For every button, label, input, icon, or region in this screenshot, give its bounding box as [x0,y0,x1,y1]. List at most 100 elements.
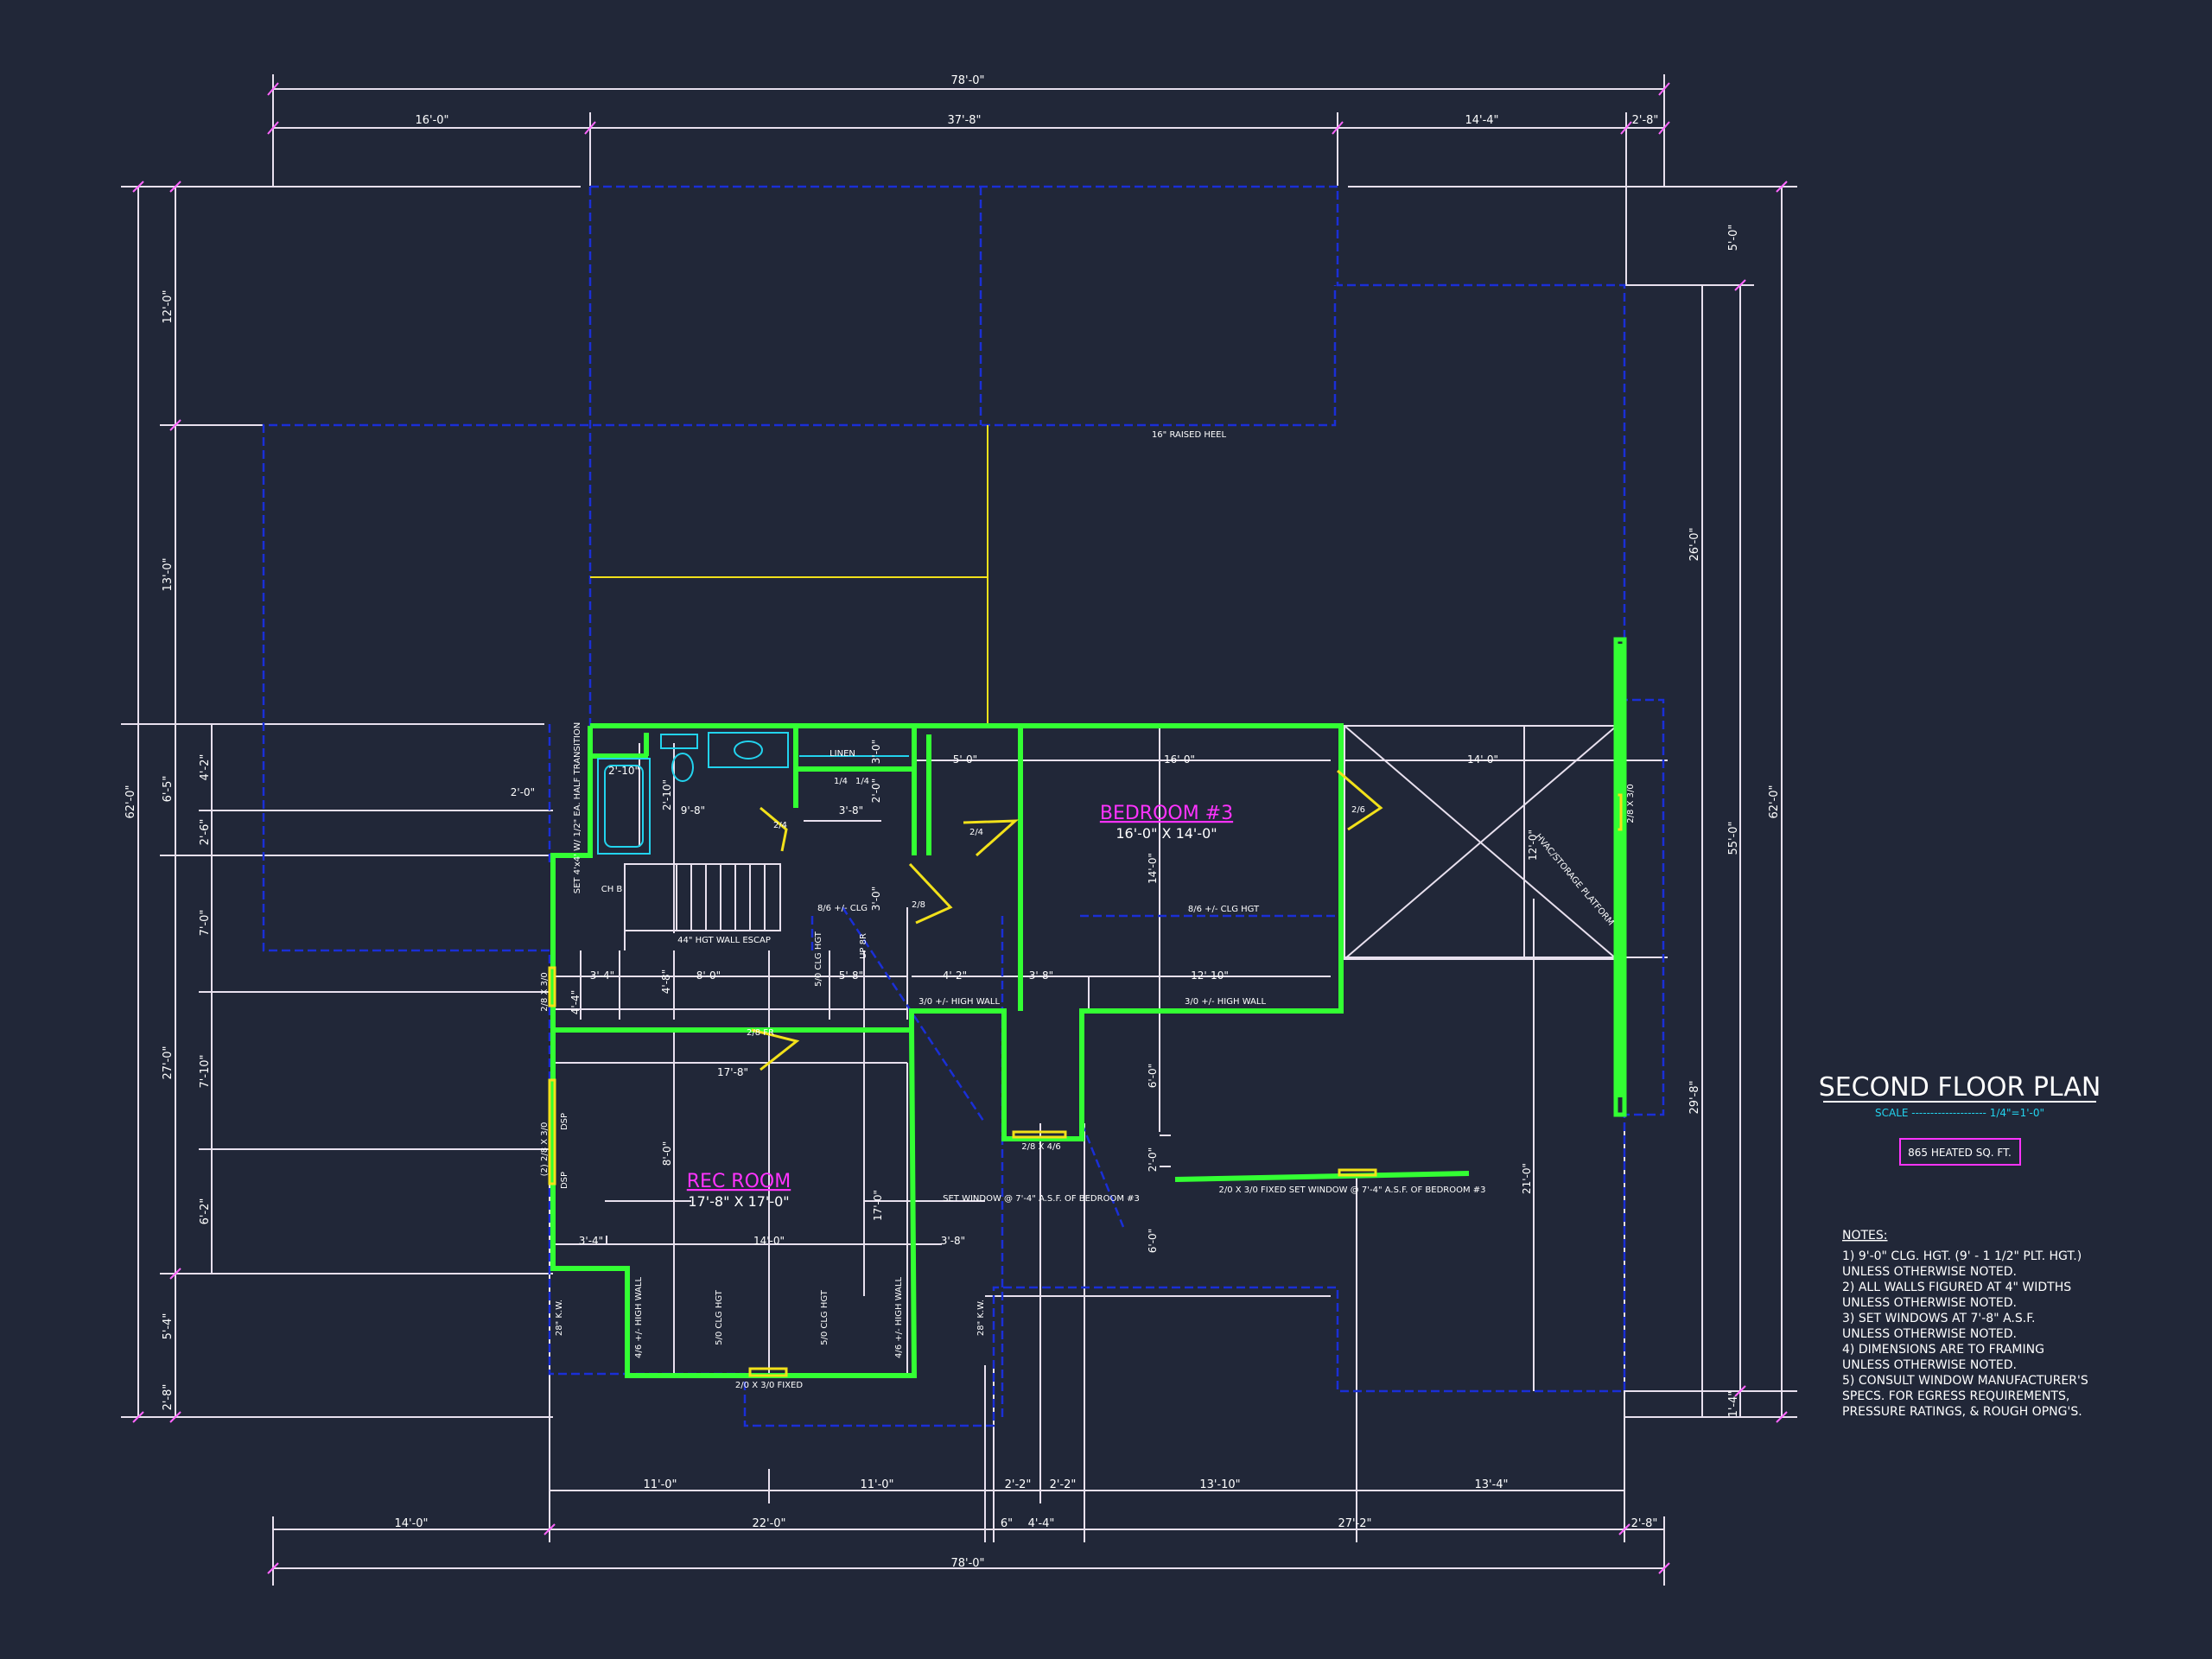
note-line: 5) CONSULT WINDOW MANUFACTURER'S [1842,1374,2088,1388]
dim-d1: 5'-0" [953,753,977,766]
dim-left-b: 13'-0" [162,557,175,591]
door-2-4a: 2/4 [773,821,787,830]
door-2-8: 2/8 [912,900,925,910]
high-wall-2: 3/0 +/- HIGH WALL [1185,997,1266,1007]
dim-left-inner-e: 7'-10" [199,1054,212,1088]
clg-hgt-a: 5/0 CLG HGT [814,931,823,987]
shelf-b: 1/4 [855,777,869,786]
knee-b: 4/6 +/- HIGH WALL [894,1277,904,1358]
dim-right-e: 1'-4" [1727,1391,1740,1418]
dim-d14: 17'-8" [717,1066,748,1078]
dim-d7: 4'-4" [569,990,582,1014]
clg-hgt-c: 5/0 CLG HGT [820,1289,830,1345]
dim-right-overall: 62'-0" [1768,785,1781,818]
dim-d9: 8'-0" [696,969,721,982]
clg-hall: 8/6 +/- CLG [817,904,868,913]
win-left-b: (2) 2/8 X 3/0 [540,1122,550,1177]
bedroom3-name: BEDROOM #3 [1100,803,1233,824]
dim-d2: 9'-8" [681,804,705,817]
dim-d20: 6'-0" [1147,1064,1159,1088]
win-rec: 2/0 X 3/0 FIXED [735,1381,803,1390]
dim-d10: 5'-8" [839,969,863,982]
dim-bottom-inner-f: 13'-4" [1474,1478,1508,1491]
bedroom3-size: 16'-0" X 14'-0" [1116,825,1217,842]
dim-left-e: 2'-8" [162,1384,175,1411]
dim-bottom-inner-a: 11'-0" [643,1478,677,1491]
note-line: 2) ALL WALLS FIGURED AT 4" WIDTHS [1842,1281,2071,1294]
dim-right-c: 55'-0" [1727,821,1740,855]
dim-left-inner-d: 7'-0" [199,910,212,937]
dimension-lines [121,74,1797,1586]
dim-bottom-c: 6" [1001,1517,1013,1530]
dimension-ticks [132,82,1788,1574]
dim-bottom-inner-b: 11'-0" [860,1478,893,1491]
top-dimension-texts: 78'-0" 16'-0" 37'-8" 14'-4" 2'-8" [415,74,1658,127]
dim-bottom-f: 2'-8" [1631,1517,1658,1530]
dim-d12: 3'-8" [1029,969,1053,982]
dim-bottom-inner-d: 2'-2" [1050,1478,1077,1491]
linen-label: LINEN [830,749,855,759]
bottom-dimension-texts: 78'-0" 14'-0" 22'-0" 6" 4'-4" 27'-2" 2'-… [394,1478,1657,1570]
raised-heel-note: 16" RAISED HEEL [1152,430,1227,440]
rec-room-name: REC ROOM [687,1171,791,1192]
dim-top-c: 14'-4" [1465,114,1498,127]
area-badge: 865 HEATED SQ. FT. [1908,1147,2012,1159]
dim-right-b: 26'-0" [1688,527,1701,561]
attic-note: SET 4'x4' W/ 1/2" EA. HALF TRANSITION [573,722,582,893]
toilet [671,753,694,782]
ch-b-label: CH B [601,885,623,894]
dim-d24: 2'-0" [870,779,882,803]
plan-title: SECOND FLOOR PLAN [1819,1072,2101,1103]
dim-d3: 3'-8" [839,804,863,817]
dim-left-inner-f: 6'-2" [199,1198,212,1225]
note-line: UNLESS OTHERWISE NOTED. [1842,1327,2017,1341]
note-line: 3) SET WINDOWS AT 7'-8" A.S.F. [1842,1312,2035,1325]
dim-2-10: 2'-10" [608,765,639,777]
note-line: PRESSURE RATINGS, & ROUGH OPNG'S. [1842,1405,2082,1419]
note-line: UNLESS OTHERWISE NOTED. [1842,1265,2017,1279]
dim-d19: 8'-0" [661,1141,673,1166]
dim-bottom-d: 4'-4" [1028,1517,1055,1530]
dim-d6: 3'-4" [590,969,614,982]
dim-left-overall: 62'-0" [124,785,137,818]
dim-top-overall: 78'-0" [950,74,984,87]
note-line: UNLESS OTHERWISE NOTED. [1842,1358,2017,1372]
win-bay-note: SET WINDOW @ 7'-4" A.S.F. OF BEDROOM #3 [943,1194,1140,1204]
up-label: UP 8R [859,933,868,959]
dim-left-inner-a: 4'-2" [199,754,212,781]
dim-top-a: 16'-0" [415,114,448,127]
scale-label: SCALE -------------------- 1/4"=1'-0" [1875,1107,2044,1119]
dim-2-0: 2'-0" [511,786,535,798]
win-left-a: 2/8 X 3/0 [540,972,550,1011]
door-2-8fr: 2/8 FR [747,1028,774,1038]
dsp-a: DSP [560,1113,569,1130]
dim-d8: 4'-8" [660,969,672,994]
kneewall-b: 28" K.W. [976,1300,986,1336]
dim-left-c: 27'-0" [162,1046,175,1079]
dim-bottom-b: 22'-0" [752,1517,785,1530]
dim-d15: 3'-4" [579,1235,603,1247]
dim-left-d: 5'-4" [162,1313,175,1340]
title-block: SECOND FLOOR PLAN SCALE ----------------… [1819,1072,2101,1166]
note-line: 4) DIMENSIONS ARE TO FRAMING [1842,1343,2044,1357]
vanity [708,732,789,768]
dim-d16: 14'-0" [753,1235,785,1247]
notes-block: NOTES: 1) 9'-0" CLG. HGT. (9' - 1 1/2" P… [1842,1229,2088,1419]
rec-room-size: 17'-8" X 17'-0" [688,1193,789,1210]
dim-bottom-a: 14'-0" [394,1517,428,1530]
win-bay: 2/8 X 4/6 [1021,1142,1060,1152]
dim-d5: 2'-10" [661,779,673,810]
clg-hgt-b: 5/0 CLG HGT [715,1289,724,1345]
knee-a: 4/6 +/- HIGH WALL [634,1277,644,1358]
notes-heading: NOTES: [1842,1229,1888,1243]
note-line: SPECS. FOR EGRESS REQUIREMENTS, [1842,1389,2069,1403]
kneewall-a: 28" K.W. [555,1300,564,1336]
dim-bed-depth: 14'-0" [1147,853,1159,884]
dsp-b: DSP [560,1172,569,1189]
dim-bed-width: 16'-0" [1164,753,1195,766]
hvac-note: HVAC/STORAGE PLATFORM [1533,832,1615,927]
dim-d18: 17'-0" [872,1190,884,1221]
dim-d23: 21'-0" [1521,1163,1533,1194]
dim-d25: 3'-0" [870,887,882,911]
dim-left-inner-b: 6'-5" [162,776,175,803]
